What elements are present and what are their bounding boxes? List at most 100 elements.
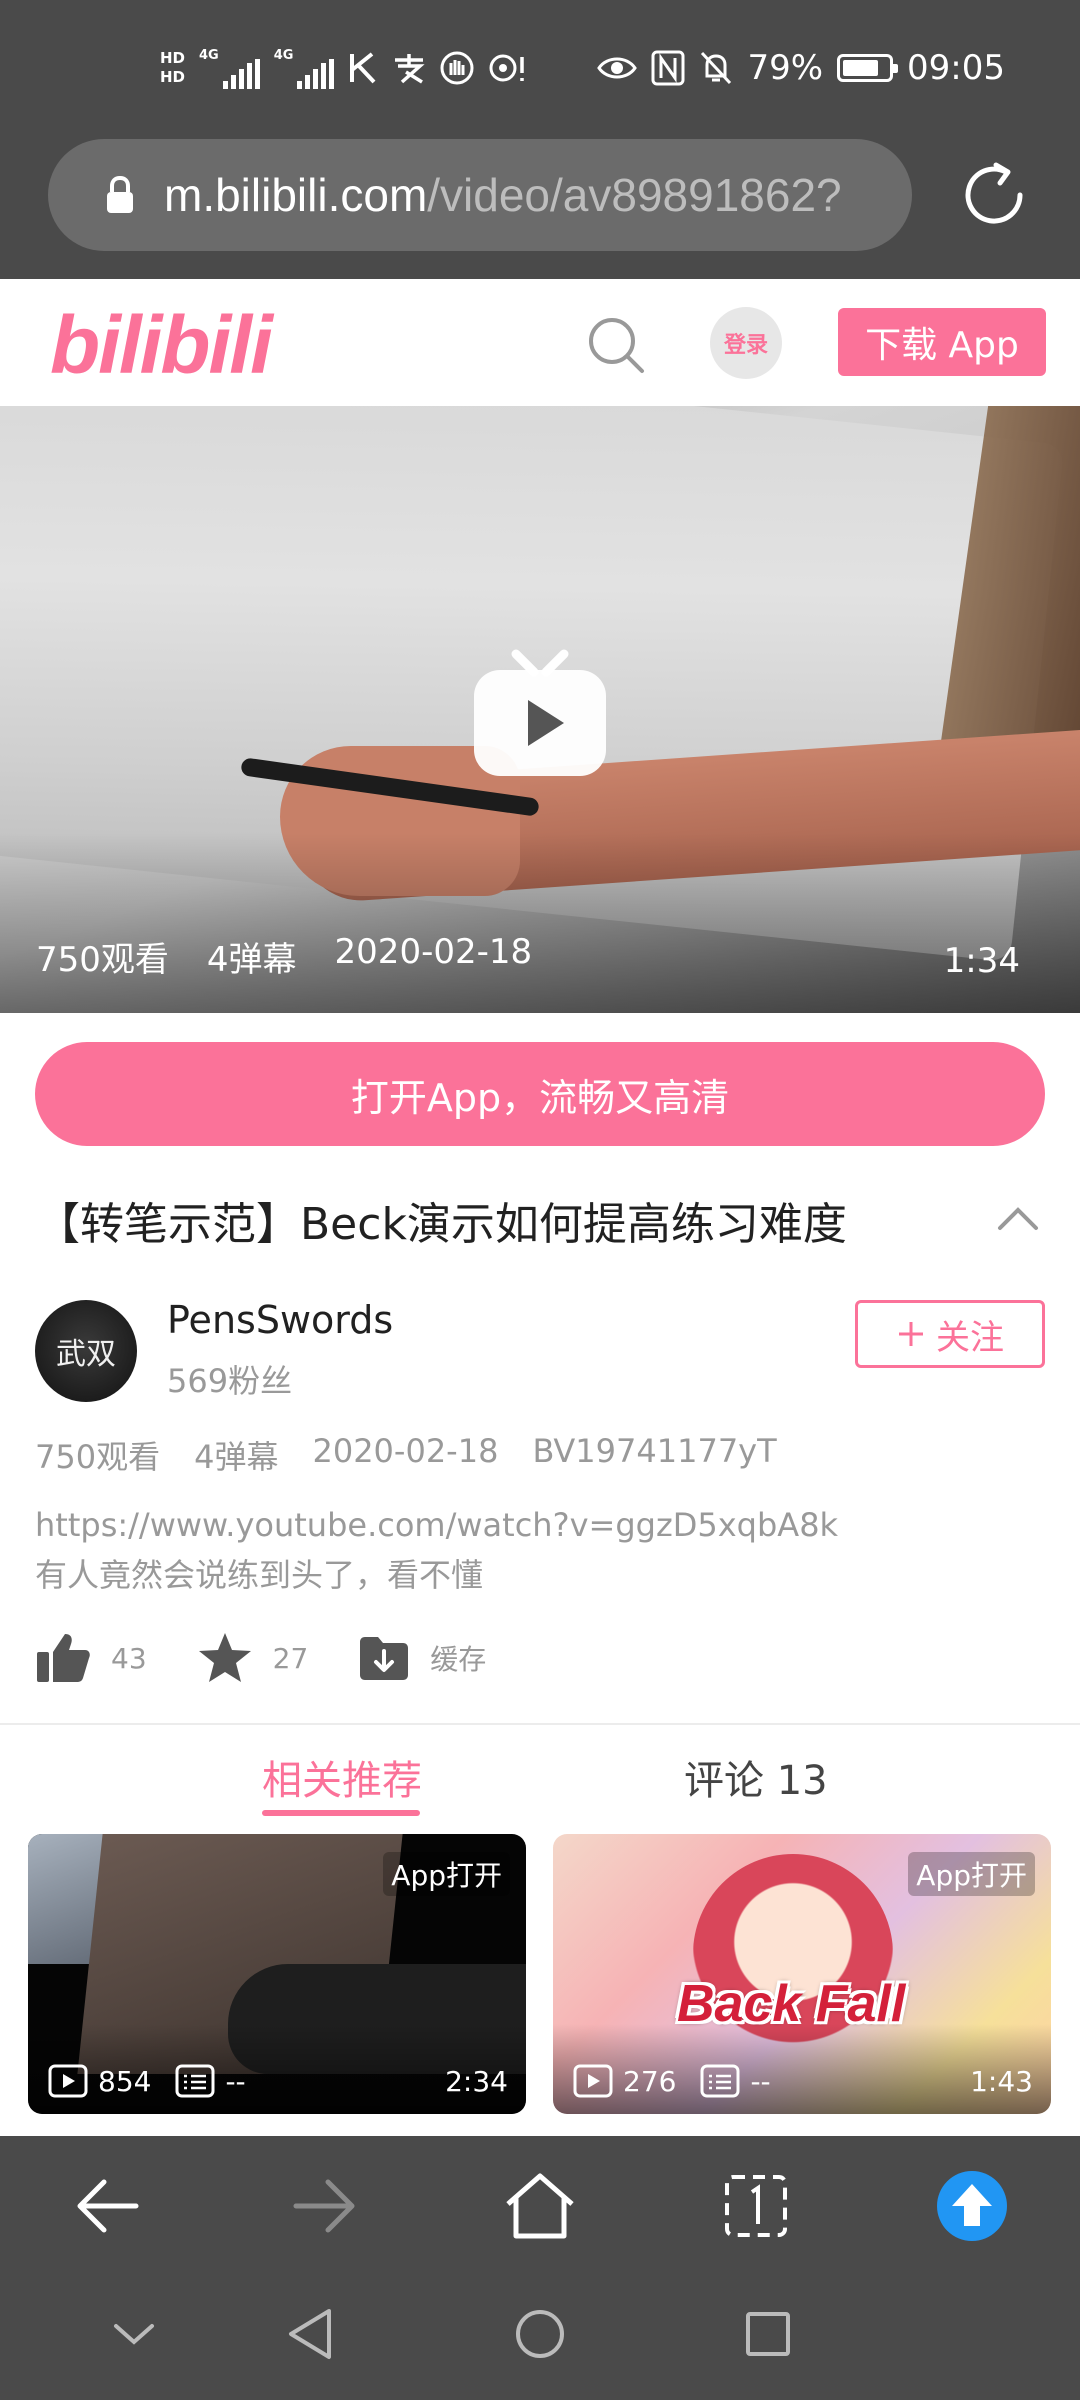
chevron-down-icon xyxy=(114,2324,154,2345)
stats-views: 750观看 xyxy=(35,1438,161,1476)
chevron-up-icon xyxy=(998,1207,1038,1230)
thumbs-up-icon xyxy=(37,1634,90,1682)
favorite-button[interactable]: 27 xyxy=(197,1631,309,1685)
nfc-icon xyxy=(651,50,685,86)
video-views: 750观看 xyxy=(36,940,169,980)
tab-related[interactable]: 相关推荐 xyxy=(262,1748,422,1806)
video-player[interactable]: 750观看 4弹幕 2020-02-18 1:34 xyxy=(0,406,1080,1013)
cache-button[interactable]: 缓存 xyxy=(358,1634,486,1682)
upload-button[interactable] xyxy=(934,2168,1010,2244)
url-path: /video/av89891862? xyxy=(427,169,842,221)
lock-icon xyxy=(90,175,150,215)
card-play-count: 276 xyxy=(623,2064,677,2098)
plus-icon xyxy=(899,1322,923,1346)
home-button[interactable] xyxy=(502,2168,578,2244)
system-nav-bar xyxy=(0,2276,1080,2400)
back-button[interactable] xyxy=(70,2168,146,2244)
favorite-count: 27 xyxy=(272,1641,309,1675)
like-button[interactable]: 43 xyxy=(35,1632,147,1684)
nav-back-button[interactable] xyxy=(278,2302,342,2366)
like-count: 43 xyxy=(111,1641,147,1675)
hand-icon xyxy=(440,51,474,85)
signal-2-icon: 4G xyxy=(274,48,335,89)
url-field[interactable]: m.bilibili.com/video/av89891862? xyxy=(48,139,912,251)
browser-toolbar xyxy=(0,2136,1080,2276)
circle-home-icon xyxy=(516,2310,564,2358)
nav-recents-button[interactable] xyxy=(736,2302,800,2366)
play-count-icon xyxy=(48,2064,88,2098)
tv-play-icon xyxy=(474,649,606,776)
related-video-card[interactable]: Back Fall App打开 276 -- 1:43 xyxy=(553,1834,1051,2114)
download-app-button[interactable]: 下载 App xyxy=(838,308,1046,376)
browser-bar: m.bilibili.com/video/av89891862? xyxy=(0,135,1080,279)
related-video-card[interactable]: App打开 854 -- 2:34 xyxy=(28,1834,526,2114)
follow-button[interactable]: 关注 xyxy=(855,1300,1045,1368)
url-host: m.bilibili.com xyxy=(164,169,428,221)
tab-comments[interactable]: 评论 13 xyxy=(684,1748,828,1806)
battery-icon xyxy=(837,54,899,82)
tab-underline xyxy=(262,1810,420,1816)
card-meta: 854 -- xyxy=(48,2064,246,2098)
network-1-label: 4G xyxy=(199,47,219,63)
tabs-button[interactable] xyxy=(718,2168,794,2244)
video-stats: 750观看 4弹幕 2020-02-18 BV19741177yT xyxy=(35,1432,777,1478)
search-icon xyxy=(589,318,644,373)
stats-bvid: BV19741177yT xyxy=(532,1432,777,1470)
follow-label: 关注 xyxy=(936,1317,1004,1358)
uploader-avatar[interactable]: 武双 xyxy=(35,1300,137,1402)
bilibili-logo[interactable]: bilibili xyxy=(50,299,273,393)
arrow-right-icon xyxy=(293,2179,355,2233)
app-k-icon xyxy=(350,52,376,84)
video-meta: 750观看 4弹幕 2020-02-18 xyxy=(36,932,532,981)
hd2-label: HD xyxy=(160,68,186,86)
url-text: m.bilibili.com/video/av89891862? xyxy=(164,168,842,222)
reload-icon xyxy=(965,162,1023,224)
signal-1-icon: 4G xyxy=(199,48,260,89)
stats-date: 2020-02-18 xyxy=(312,1432,499,1470)
hide-nav-button[interactable] xyxy=(102,2302,166,2366)
home-icon xyxy=(506,2173,574,2239)
status-bar: HD HD 4G 4G 79% 09:05 xyxy=(0,0,1080,135)
avatar-text: 武双 xyxy=(56,1337,116,1372)
network-2-label: 4G xyxy=(273,47,294,63)
open-app-button[interactable]: 打开App，流畅又高清 xyxy=(35,1042,1045,1146)
cache-label: 缓存 xyxy=(430,1643,487,1676)
folder-download-icon xyxy=(360,1637,409,1680)
square-recents-icon xyxy=(746,2312,790,2356)
app-pay-icon xyxy=(395,54,426,84)
uploader-section: 武双 PensSwords 569粉丝 关注 xyxy=(35,1298,1045,1408)
forward-button[interactable] xyxy=(286,2168,362,2244)
card-play-count: 854 xyxy=(98,2064,152,2098)
card-app-badge: App打开 xyxy=(908,1852,1035,1896)
uploader-fans: 569粉丝 xyxy=(167,1362,293,1400)
danmaku-icon xyxy=(175,2064,215,2098)
login-button[interactable]: 登录 xyxy=(710,307,782,379)
action-row: 43 27 缓存 xyxy=(35,1628,536,1688)
content-tabs: 相关推荐 评论 13 xyxy=(0,1740,1080,1820)
star-icon xyxy=(198,1633,251,1682)
video-title: 【转笔示范】Beck演示如何提高练习难度 xyxy=(36,1199,847,1250)
video-danmaku: 4弹幕 xyxy=(206,940,297,980)
section-divider xyxy=(0,1723,1080,1725)
hd1-label: HD xyxy=(160,49,186,67)
nav-home-button[interactable] xyxy=(508,2302,572,2366)
video-date: 2020-02-18 xyxy=(334,932,533,972)
video-duration: 1:34 xyxy=(943,941,1020,981)
play-button[interactable] xyxy=(472,644,608,780)
danmaku-icon xyxy=(700,2064,740,2098)
mute-icon xyxy=(701,51,732,85)
search-button[interactable] xyxy=(586,315,646,375)
clock: 09:05 xyxy=(907,48,1005,88)
stats-danmaku: 4弹幕 xyxy=(194,1438,279,1476)
collapse-button[interactable] xyxy=(996,1200,1040,1234)
tab-count-icon xyxy=(725,2175,787,2237)
card-duration: 2:34 xyxy=(445,2065,508,2098)
eye-icon xyxy=(597,57,638,79)
description-link[interactable]: https://www.youtube.com/watch?v=ggzD5xqb… xyxy=(35,1500,838,1550)
card-danmaku-count: -- xyxy=(750,2064,771,2098)
uploader-name[interactable]: PensSwords xyxy=(167,1298,393,1342)
battery-fill xyxy=(843,60,878,76)
reload-button[interactable] xyxy=(956,157,1032,233)
app-notify-icon xyxy=(489,54,525,82)
card-app-badge: App打开 xyxy=(383,1852,510,1896)
